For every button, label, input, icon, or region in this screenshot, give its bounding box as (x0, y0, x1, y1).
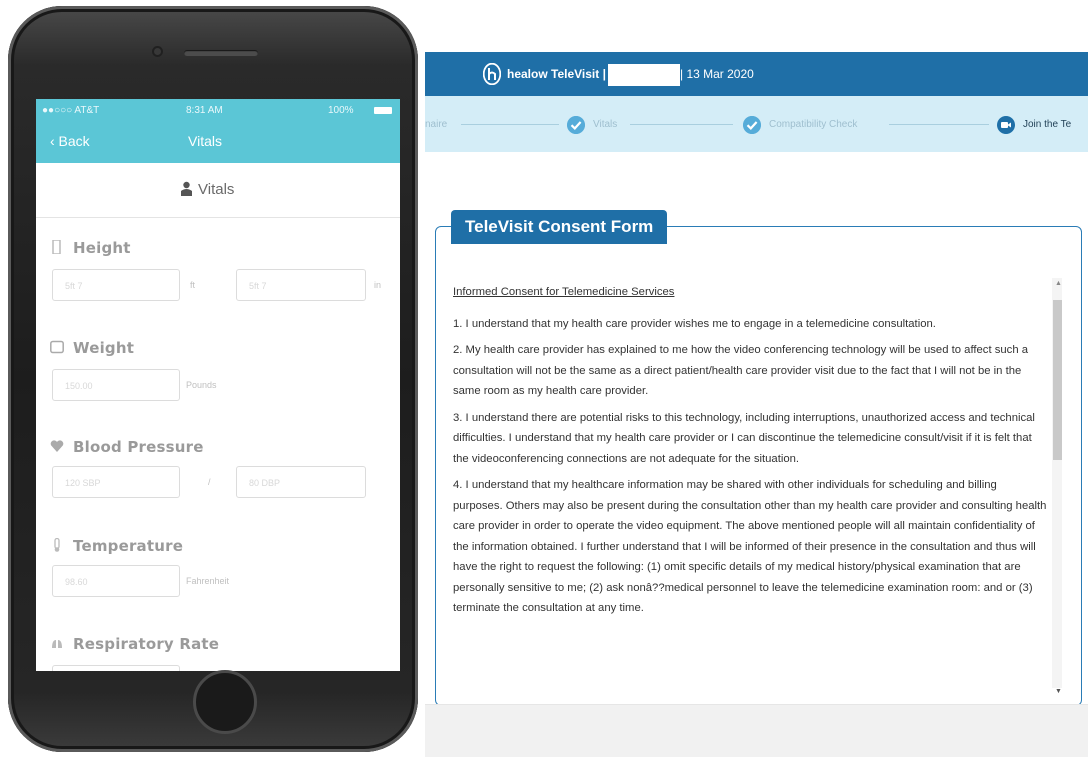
video-camera-icon (997, 116, 1015, 134)
scrollbar-thumb[interactable] (1053, 300, 1062, 460)
weight-label: Weight (50, 339, 134, 357)
top-bar: healow TeleVisit | | 13 Mar 2020 (425, 52, 1088, 96)
weight-unit: Pounds (186, 380, 217, 390)
consent-paragraph-1: 1. I understand that my health care prov… (453, 317, 936, 330)
step-questionnaire[interactable]: naire (425, 119, 447, 130)
weight-field[interactable]: 150.00 (52, 369, 180, 401)
height-feet-field[interactable]: 5ft 7 (52, 269, 180, 301)
consent-paragraph-4: 4. I understand that my healthcare infor… (453, 479, 1047, 614)
redacted-patient-name (608, 64, 680, 86)
consent-text: Informed Consent for Telemedicine Servic… (453, 282, 1047, 702)
height-label: Height (50, 239, 131, 257)
respiratory-rate-field[interactable] (52, 665, 180, 671)
height-feet-unit: ft (190, 280, 196, 290)
heart-icon (50, 440, 64, 452)
systolic-field[interactable]: 120 SBP (52, 466, 180, 498)
check-icon (743, 116, 761, 134)
scale-icon (50, 340, 64, 354)
vitals-header: Vitals (36, 163, 400, 218)
consent-paragraph-2: 2. My health care provider has explained… (453, 344, 1029, 397)
app-brand: healow TeleVisit | (507, 67, 606, 81)
step-connector (889, 124, 989, 125)
temperature-unit: Fahrenheit (186, 576, 230, 586)
respiratory-rate-label: Respiratory Rate (50, 635, 219, 653)
visit-date: | 13 Mar 2020 (680, 67, 754, 81)
height-inches-unit: in (374, 280, 382, 290)
battery-percent: 100% (328, 105, 354, 116)
televisit-app: healow TeleVisit | | 13 Mar 2020 naire V… (425, 52, 1088, 757)
phone-mockup: ●●○○○ AT&T 8:31 AM 100% ‹ Back Vitals Vi… (6, 0, 420, 754)
healow-logo-icon (483, 63, 501, 85)
scroll-down-arrow-icon[interactable]: ▼ (1055, 688, 1062, 695)
footer-bar (425, 704, 1088, 757)
front-camera (152, 46, 163, 57)
temperature-field[interactable]: 98.60 (52, 565, 180, 597)
thermometer-icon (54, 538, 60, 552)
carrier-text: ●●○○○ AT&T (42, 105, 100, 116)
check-icon (567, 116, 585, 134)
ruler-icon (52, 240, 61, 254)
vitals-header-label: Vitals (198, 181, 235, 198)
consent-heading: Informed Consent for Telemedicine Servic… (453, 286, 675, 298)
bp-separator: / (208, 477, 211, 487)
step-connector (630, 124, 733, 125)
phone-frame: ●●○○○ AT&T 8:31 AM 100% ‹ Back Vitals Vi… (8, 6, 418, 752)
blood-pressure-label: Blood Pressure (50, 438, 204, 456)
home-button[interactable] (193, 670, 257, 734)
phone-nav-bar: ‹ Back Vitals (36, 121, 400, 163)
temperature-label: Temperature (50, 537, 183, 555)
lungs-icon (52, 640, 62, 648)
person-icon (181, 181, 192, 196)
height-inches-field[interactable]: 5ft 7 (236, 269, 366, 301)
nav-title: Vitals (188, 133, 222, 149)
status-bar: ●●○○○ AT&T 8:31 AM 100% (36, 99, 400, 121)
earpiece-speaker (184, 50, 258, 56)
progress-steps: naire Vitals Compatibility Check Join th… (425, 96, 1088, 152)
step-connector (461, 124, 559, 125)
phone-screen: ●●○○○ AT&T 8:31 AM 100% ‹ Back Vitals Vi… (36, 99, 400, 671)
clock: 8:31 AM (186, 105, 223, 116)
scroll-up-arrow-icon[interactable]: ▲ (1055, 280, 1062, 287)
battery-icon (374, 107, 392, 114)
consent-paragraph-3: 3. I understand there are potential risk… (453, 411, 1035, 465)
back-button[interactable]: ‹ Back (50, 133, 90, 149)
diastolic-field[interactable]: 80 DBP (236, 466, 366, 498)
consent-form-title: TeleVisit Consent Form (451, 210, 668, 244)
